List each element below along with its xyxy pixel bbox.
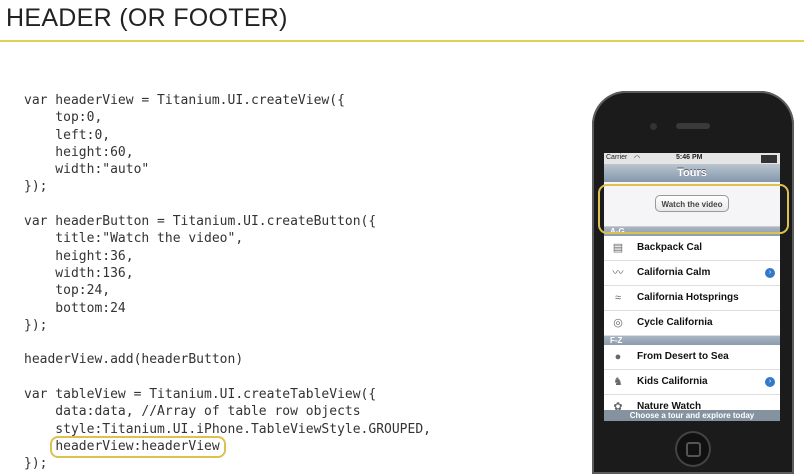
table-row[interactable]: 〰 California Calm › (604, 261, 780, 286)
code-line: }); (24, 179, 48, 195)
highlighted-code: headerView:headerView (50, 435, 227, 459)
wifi-icon: ◠ (634, 155, 641, 162)
tours-table: A-G ▤ Backpack Cal 〰 California Calm › ≈ Califo… (604, 227, 780, 420)
hotsprings-logo-icon: ≈ (614, 292, 622, 304)
table-row[interactable]: ● From Desert to Sea (604, 345, 780, 370)
code-line: left:0, (24, 127, 111, 143)
status-bar: Carrier ◠ 5:46 PM (604, 153, 780, 164)
row-label: California Hotsprings (637, 292, 739, 303)
camera-icon (650, 123, 657, 130)
code-line: headerView.add(headerButton) (24, 352, 244, 368)
backpack-logo-icon: ▤ (612, 242, 624, 254)
speaker-grille (676, 123, 710, 129)
carrier-label: Carrier (606, 154, 628, 161)
header-highlight-box (598, 184, 789, 234)
table-row[interactable]: ◎ Cycle California (604, 311, 780, 336)
status-time: 5:46 PM (676, 154, 703, 161)
code-line: data:data, //Array of table row objects (24, 404, 361, 420)
disclosure-icon[interactable]: › (765, 377, 775, 387)
code-line: var headerButton = Titanium.UI.createBut… (24, 214, 377, 230)
section-header: F-Z (604, 336, 780, 345)
row-label: Kids California (637, 376, 708, 387)
battery-icon (761, 155, 777, 163)
table-footer: Choose a tour and explore today (604, 410, 780, 421)
table-row[interactable]: ▤ Backpack Cal (604, 236, 780, 261)
code-line: headerView:headerView (24, 435, 431, 459)
nav-bar-title: Tours (604, 164, 780, 182)
row-label: California Calm (637, 267, 711, 278)
disclosure-icon[interactable]: › (765, 268, 775, 278)
code-line: title:"Watch the video", (24, 231, 244, 247)
table-row[interactable]: ♞ Kids California › (604, 370, 780, 395)
code-line: var headerView = Titanium.UI.createView(… (24, 93, 345, 108)
title-divider (0, 40, 804, 42)
row-label: Cycle California (637, 317, 713, 328)
home-button[interactable] (675, 431, 711, 467)
table-row[interactable]: ≈ California Hotsprings (604, 286, 780, 311)
code-line: top:24, (24, 283, 111, 299)
code-line: }); (24, 317, 48, 333)
code-line: height:36, (24, 248, 134, 264)
iphone-mockup: Carrier ◠ 5:46 PM Tours Watch the video … (592, 91, 794, 474)
code-line: width:136, (24, 265, 134, 281)
kids-logo-icon: ♞ (613, 376, 623, 388)
code-line: width:"auto" (24, 162, 150, 178)
cycle-logo-icon: ◎ (613, 317, 623, 329)
code-line: top:0, (24, 110, 103, 126)
code-line: bottom:24 (24, 300, 126, 316)
code-line: height:60, (24, 144, 134, 160)
wave-logo-icon: 〰 (612, 267, 624, 279)
desert-logo-icon: ● (614, 351, 622, 363)
code-line: var tableView = Titanium.UI.createTableV… (24, 387, 377, 403)
row-label: Backpack Cal (637, 242, 703, 253)
slide-title: HEADER (OR FOOTER) (6, 4, 288, 32)
row-label: From Desert to Sea (637, 351, 729, 362)
code-block: var headerView = Titanium.UI.createView(… (24, 92, 431, 473)
